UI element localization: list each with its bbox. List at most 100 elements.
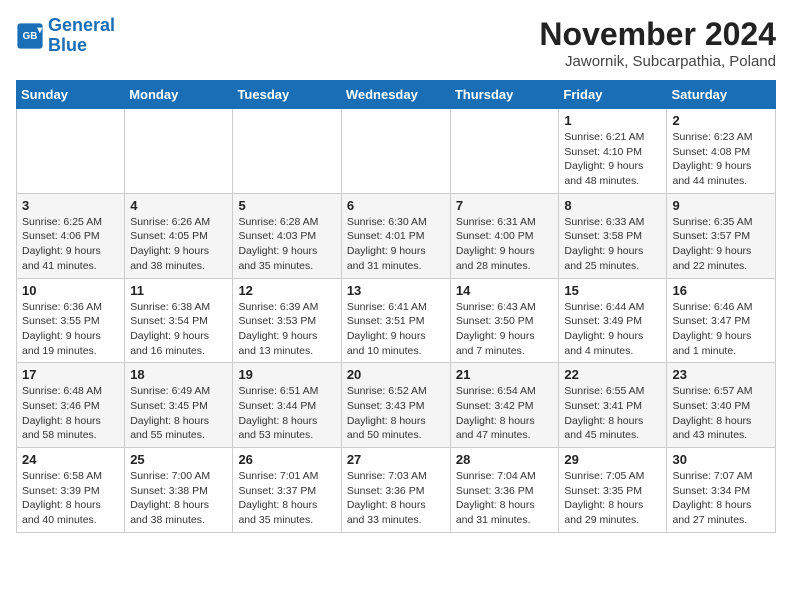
day-info: Sunrise: 6:30 AM Sunset: 4:01 PM Dayligh… [347, 215, 445, 274]
day-info: Sunrise: 6:23 AM Sunset: 4:08 PM Dayligh… [672, 130, 770, 189]
day-header-thursday: Thursday [450, 81, 559, 109]
day-info: Sunrise: 6:51 AM Sunset: 3:44 PM Dayligh… [238, 384, 335, 443]
day-number: 2 [672, 113, 770, 128]
calendar-cell: 15Sunrise: 6:44 AM Sunset: 3:49 PM Dayli… [559, 278, 667, 363]
logo-icon: GB [16, 22, 44, 50]
calendar-cell: 13 Sunrise: 6:41 AM Sunset: 3:51 PM Dayli… [341, 278, 450, 363]
day-info: Sunrise: 7:04 AM Sunset: 3:36 PM Dayligh… [456, 469, 554, 528]
calendar-cell: 8 Sunrise: 6:33 AM Sunset: 3:58 PM Daylig… [559, 193, 667, 278]
day-info: Sunrise: 7:07 AM Sunset: 3:34 PM Dayligh… [672, 469, 770, 528]
day-number: 28 [456, 452, 554, 467]
calendar-cell [450, 109, 559, 194]
calendar-cell: 20 Sunrise: 6:52 AM Sunset: 3:43 PM Dayli… [341, 363, 450, 448]
calendar-cell: 28 Sunrise: 7:04 AM Sunset: 3:36 PM Dayli… [450, 448, 559, 533]
day-info: Sunrise: 6:41 AM Sunset: 3:51 PM Dayligh… [347, 300, 445, 359]
calendar-cell: 1 Sunrise: 6:21 AM Sunset: 4:10 PM Daylig… [559, 109, 667, 194]
day-number: 26 [238, 452, 335, 467]
day-header-saturday: Saturday [667, 81, 776, 109]
day-info: Sunrise: 6:33 AM Sunset: 3:58 PM Dayligh… [564, 215, 661, 274]
logo: GB General Blue [16, 16, 115, 56]
day-number: 30 [672, 452, 770, 467]
calendar-cell: 3 Sunrise: 6:25 AM Sunset: 4:06 PM Daylig… [17, 193, 125, 278]
calendar-cell: 12 Sunrise: 6:39 AM Sunset: 3:53 PM Dayli… [233, 278, 341, 363]
day-info: Sunrise: 7:03 AM Sunset: 3:36 PM Dayligh… [347, 469, 445, 528]
calendar-cell: 16Sunrise: 6:46 AM Sunset: 3:47 PM Dayli… [667, 278, 776, 363]
day-info: Sunrise: 6:43 AM Sunset: 3:50 PM Dayligh… [456, 300, 554, 359]
day-number: 11 [130, 283, 227, 298]
day-number: 13 [347, 283, 445, 298]
calendar-cell: 17 Sunrise: 6:48 AM Sunset: 3:46 PM Dayli… [17, 363, 125, 448]
day-number: 6 [347, 198, 445, 213]
day-number: 27 [347, 452, 445, 467]
day-info: Sunrise: 7:05 AM Sunset: 3:35 PM Dayligh… [564, 469, 661, 528]
calendar-cell: 9 Sunrise: 6:35 AM Sunset: 3:57 PM Daylig… [667, 193, 776, 278]
day-number: 21 [456, 367, 554, 382]
calendar-cell: 26 Sunrise: 7:01 AM Sunset: 3:37 PM Dayli… [233, 448, 341, 533]
day-info: Sunrise: 6:38 AM Sunset: 3:54 PM Dayligh… [130, 300, 227, 359]
day-header-tuesday: Tuesday [233, 81, 341, 109]
day-number: 24 [22, 452, 119, 467]
calendar-cell: 10 Sunrise: 6:36 AM Sunset: 3:55 PM Dayli… [17, 278, 125, 363]
calendar-header-row: SundayMondayTuesdayWednesdayThursdayFrid… [17, 81, 776, 109]
calendar-cell: 6 Sunrise: 6:30 AM Sunset: 4:01 PM Daylig… [341, 193, 450, 278]
day-number: 19 [238, 367, 335, 382]
day-info: Sunrise: 6:35 AM Sunset: 3:57 PM Dayligh… [672, 215, 770, 274]
calendar-week-row: 3 Sunrise: 6:25 AM Sunset: 4:06 PM Daylig… [17, 193, 776, 278]
day-number: 3 [22, 198, 119, 213]
calendar-week-row: 1 Sunrise: 6:21 AM Sunset: 4:10 PM Daylig… [17, 109, 776, 194]
calendar-cell: 4Sunrise: 6:26 AM Sunset: 4:05 PM Daylig… [125, 193, 233, 278]
day-number: 20 [347, 367, 445, 382]
day-number: 15 [564, 283, 661, 298]
calendar-cell [341, 109, 450, 194]
day-number: 12 [238, 283, 335, 298]
day-header-monday: Monday [125, 81, 233, 109]
day-number: 22 [564, 367, 661, 382]
day-number: 9 [672, 198, 770, 213]
day-info: Sunrise: 6:36 AM Sunset: 3:55 PM Dayligh… [22, 300, 119, 359]
day-info: Sunrise: 6:25 AM Sunset: 4:06 PM Dayligh… [22, 215, 119, 274]
day-number: 5 [238, 198, 335, 213]
day-info: Sunrise: 7:01 AM Sunset: 3:37 PM Dayligh… [238, 469, 335, 528]
day-header-friday: Friday [559, 81, 667, 109]
calendar-cell: 7 Sunrise: 6:31 AM Sunset: 4:00 PM Daylig… [450, 193, 559, 278]
svg-text:GB: GB [23, 31, 38, 42]
calendar-cell: 22 Sunrise: 6:55 AM Sunset: 3:41 PM Dayli… [559, 363, 667, 448]
day-header-sunday: Sunday [17, 81, 125, 109]
day-info: Sunrise: 6:54 AM Sunset: 3:42 PM Dayligh… [456, 384, 554, 443]
calendar-cell: 14Sunrise: 6:43 AM Sunset: 3:50 PM Dayli… [450, 278, 559, 363]
day-info: Sunrise: 6:21 AM Sunset: 4:10 PM Dayligh… [564, 130, 661, 189]
day-number: 18 [130, 367, 227, 382]
day-info: Sunrise: 6:48 AM Sunset: 3:46 PM Dayligh… [22, 384, 119, 443]
day-info: Sunrise: 6:49 AM Sunset: 3:45 PM Dayligh… [130, 384, 227, 443]
title-area: November 2024 Jawornik, Subcarpathia, Po… [539, 16, 776, 70]
calendar-cell: 5 Sunrise: 6:28 AM Sunset: 4:03 PM Daylig… [233, 193, 341, 278]
day-number: 29 [564, 452, 661, 467]
calendar-cell: 21 Sunrise: 6:54 AM Sunset: 3:42 PM Dayli… [450, 363, 559, 448]
day-info: Sunrise: 6:31 AM Sunset: 4:00 PM Dayligh… [456, 215, 554, 274]
calendar-cell [125, 109, 233, 194]
day-info: Sunrise: 6:58 AM Sunset: 3:39 PM Dayligh… [22, 469, 119, 528]
day-number: 8 [564, 198, 661, 213]
day-info: Sunrise: 6:55 AM Sunset: 3:41 PM Dayligh… [564, 384, 661, 443]
calendar-week-row: 10 Sunrise: 6:36 AM Sunset: 3:55 PM Dayli… [17, 278, 776, 363]
day-number: 25 [130, 452, 227, 467]
day-info: Sunrise: 6:52 AM Sunset: 3:43 PM Dayligh… [347, 384, 445, 443]
day-info: Sunrise: 6:46 AM Sunset: 3:47 PM Dayligh… [672, 300, 770, 359]
calendar-table: SundayMondayTuesdayWednesdayThursdayFrid… [16, 80, 776, 533]
day-number: 17 [22, 367, 119, 382]
day-info: Sunrise: 6:28 AM Sunset: 4:03 PM Dayligh… [238, 215, 335, 274]
calendar-week-row: 24 Sunrise: 6:58 AM Sunset: 3:39 PM Dayli… [17, 448, 776, 533]
calendar-cell: 27 Sunrise: 7:03 AM Sunset: 3:36 PM Dayli… [341, 448, 450, 533]
month-title: November 2024 [539, 16, 776, 53]
calendar-cell: 11 Sunrise: 6:38 AM Sunset: 3:54 PM Dayli… [125, 278, 233, 363]
day-number: 4 [130, 198, 227, 213]
day-number: 1 [564, 113, 661, 128]
calendar-cell: 19 Sunrise: 6:51 AM Sunset: 3:44 PM Dayli… [233, 363, 341, 448]
day-info: Sunrise: 6:57 AM Sunset: 3:40 PM Dayligh… [672, 384, 770, 443]
day-number: 7 [456, 198, 554, 213]
day-number: 23 [672, 367, 770, 382]
day-info: Sunrise: 6:39 AM Sunset: 3:53 PM Dayligh… [238, 300, 335, 359]
day-number: 10 [22, 283, 119, 298]
calendar-cell [17, 109, 125, 194]
location-title: Jawornik, Subcarpathia, Poland [539, 53, 776, 70]
